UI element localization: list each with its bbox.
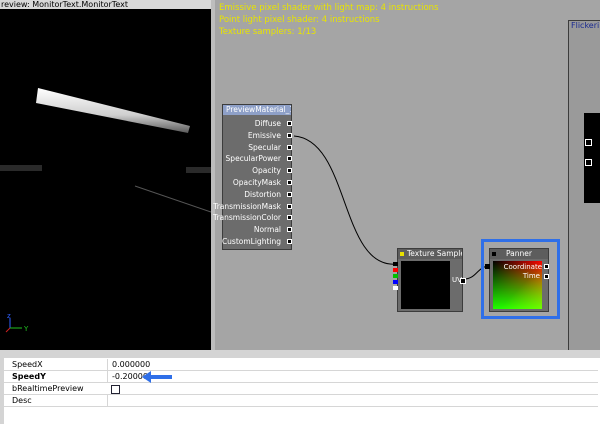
preview-scene: z Y xyxy=(0,88,211,333)
property-value-speedx[interactable]: 0.000000 xyxy=(107,359,150,370)
panner-coordinate-label: Coordinate xyxy=(503,263,542,271)
axis-x-line xyxy=(5,327,11,333)
panner-pin-coordinate[interactable] xyxy=(544,264,549,269)
pin-label-opacity-mask: OpacityMask xyxy=(232,178,281,187)
axis-z-label: z xyxy=(7,312,11,320)
pin-specular-power[interactable] xyxy=(287,156,292,161)
texture-preview xyxy=(401,261,450,309)
realtime-preview-checkbox[interactable] xyxy=(111,385,120,394)
pin-label-opacity: Opacity xyxy=(252,166,281,175)
panner-node-title: Panner xyxy=(490,249,548,259)
texture-pin-alpha[interactable] xyxy=(393,286,398,290)
panner-time-label: Time xyxy=(522,272,540,280)
pin-label-transmission-color: TransmissionColor xyxy=(212,213,281,222)
pin-label-custom-lighting: CustomLighting xyxy=(221,237,281,246)
flicker-node[interactable]: Flickerin xyxy=(568,20,600,351)
flicker-preview xyxy=(584,113,600,203)
panner-node-marker xyxy=(492,252,496,256)
panner-node-title-text: Panner xyxy=(506,249,532,258)
property-row-desc[interactable]: Desc xyxy=(4,395,598,407)
material-node[interactable]: PreviewMaterial_1 Diffuse Emissive Specu… xyxy=(213,104,292,250)
property-name-brealtimepreview: bRealtimePreview xyxy=(12,384,84,393)
texture-pin-blue[interactable] xyxy=(393,280,398,284)
pin-label-specular-power: SpecularPower xyxy=(225,154,281,163)
material-canvas[interactable]: Emissive pixel shader with light map: 4 … xyxy=(213,0,600,351)
property-name-desc: Desc xyxy=(12,396,32,405)
pin-emissive[interactable] xyxy=(287,133,292,138)
texture-node-title: Texture Sample xyxy=(398,249,462,259)
pin-custom-lighting[interactable] xyxy=(287,239,292,244)
texture-sample-node[interactable]: Texture Sample UVs xyxy=(393,248,466,312)
pin-transmission-mask[interactable] xyxy=(287,204,292,209)
texture-pin-uvs[interactable] xyxy=(460,278,466,284)
property-value-desc[interactable] xyxy=(107,395,112,406)
preview-viewport[interactable]: z Y review: MonitorText.MonitorText xyxy=(0,0,211,350)
preview-title: review: MonitorText.MonitorText xyxy=(0,0,211,9)
pin-normal[interactable] xyxy=(287,227,292,232)
property-row-speedx[interactable]: SpeedX 0.000000 xyxy=(4,359,598,371)
flicker-pin-2[interactable] xyxy=(585,159,592,166)
axis-y-label: Y xyxy=(23,325,29,333)
pin-label-distortion: Distortion xyxy=(244,190,281,199)
texture-pin-red[interactable] xyxy=(393,268,398,272)
wire-emissive xyxy=(293,135,398,265)
pin-label-specular: Specular xyxy=(248,143,281,152)
pin-label-diffuse: Diffuse xyxy=(254,119,281,128)
flicker-pin-1[interactable] xyxy=(585,139,592,146)
pin-label-emissive: Emissive xyxy=(247,131,281,140)
panner-pin-time[interactable] xyxy=(544,274,549,279)
pin-transmission-color[interactable] xyxy=(287,215,292,220)
floor-left xyxy=(0,165,42,171)
property-name-speedx: SpeedX xyxy=(12,360,43,369)
texture-node-title-text: Texture Sample xyxy=(407,249,462,258)
pin-opacity[interactable] xyxy=(287,168,292,173)
texture-pin-uv-in[interactable] xyxy=(393,262,398,266)
pin-label-normal: Normal xyxy=(253,225,281,234)
panner-pin-out[interactable] xyxy=(485,264,490,269)
texture-node-marker xyxy=(400,252,404,256)
material-node-title: PreviewMaterial_1 xyxy=(223,105,291,115)
pin-distortion[interactable] xyxy=(287,192,292,197)
floor-right xyxy=(186,167,211,173)
property-row-speedy[interactable]: SpeedY -0.20000 xyxy=(4,371,598,383)
monitor-mesh xyxy=(36,88,190,133)
pin-opacity-mask[interactable] xyxy=(287,180,292,185)
properties-gutter xyxy=(0,358,4,424)
floor-edge xyxy=(134,185,211,213)
property-name-speedy: SpeedY xyxy=(12,372,46,381)
flicker-node-title: Flickerin xyxy=(571,21,600,30)
pin-label-transmission-mask: TransmissionMask xyxy=(213,202,281,211)
pin-diffuse[interactable] xyxy=(287,121,292,126)
pin-specular[interactable] xyxy=(287,145,292,150)
properties-panel: SpeedX 0.000000 SpeedY -0.20000 bRealtim… xyxy=(0,358,600,424)
property-row-brealtimepreview[interactable]: bRealtimePreview xyxy=(4,383,598,395)
texture-pin-green[interactable] xyxy=(393,274,398,278)
arrow-left-icon xyxy=(142,371,172,383)
panner-node[interactable]: Panner Coordinate Time xyxy=(485,248,549,312)
